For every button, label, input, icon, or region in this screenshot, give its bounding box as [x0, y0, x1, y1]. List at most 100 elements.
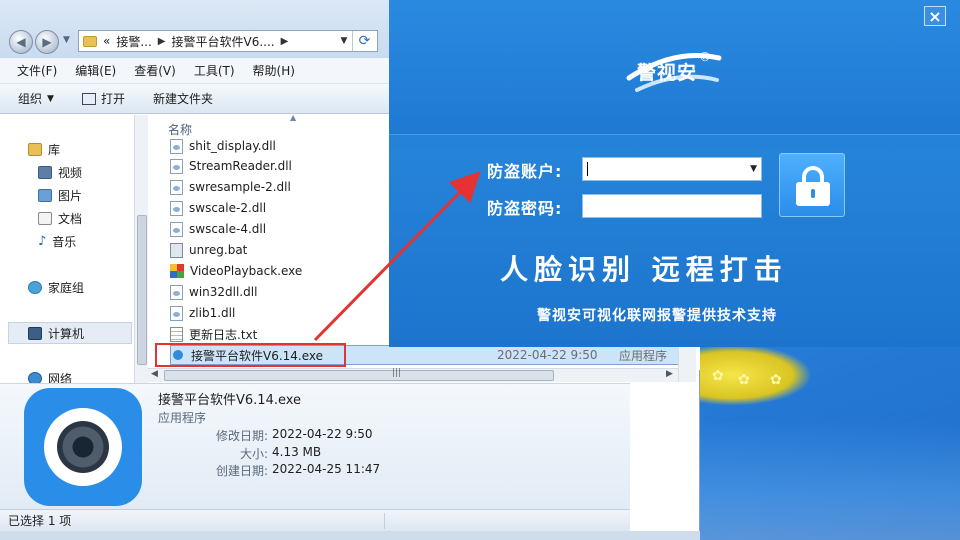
navigation-pane-scrollbar[interactable] [134, 115, 148, 385]
nav-item-label: 视频 [58, 166, 83, 180]
horizontal-scrollbar[interactable]: ◀ ||| ▶ [148, 368, 678, 382]
wallpaper-flower: ✿ [712, 368, 724, 384]
scrollbar-thumb[interactable] [137, 215, 147, 365]
highlight-box [155, 343, 346, 367]
dll-icon [170, 179, 183, 195]
details-created-label: 创建日期: [215, 464, 268, 478]
nav-item-label: 库 [48, 143, 61, 157]
new-folder-button[interactable]: 新建文件夹 [153, 90, 213, 107]
address-box[interactable]: « 接警... ▶ 接警平台软件V6.... ▶ [78, 30, 378, 52]
brand-logo: 警视安 ® [619, 40, 729, 100]
refresh-icon[interactable]: ⟳ [352, 31, 376, 51]
homegroup-icon [28, 281, 42, 294]
chevron-down-icon: ▼ [47, 93, 54, 104]
nav-item-library[interactable]: 库 [28, 141, 60, 158]
open-icon [81, 92, 96, 105]
file-date: 2022-04-22 9:50 [497, 348, 598, 362]
nav-item-pictures[interactable]: 图片 [38, 187, 82, 204]
open-button[interactable]: 打开 [81, 90, 125, 107]
chevron-down-icon[interactable]: ▼ [750, 164, 757, 174]
breadcrumb-separator-icon[interactable]: ▶ [281, 36, 289, 47]
password-input[interactable] [582, 194, 762, 218]
status-bar: 已选择 1 项 [0, 509, 630, 531]
details-created-value: 2022-04-25 11:47 [272, 462, 381, 476]
file-name: swscale-2.dll [189, 201, 267, 215]
nav-item-label: 音乐 [52, 235, 77, 249]
folder-icon [83, 35, 97, 47]
file-name: swresample-2.dll [189, 180, 291, 194]
nav-item-label: 家庭组 [48, 281, 85, 295]
registered-mark: ® [699, 50, 711, 64]
organize-label: 组织 [18, 92, 43, 106]
file-name: unreg.bat [189, 243, 248, 257]
support-text: 警视安可视化联网报警提供技术支持 [537, 308, 777, 324]
logo-text: 警视安 [637, 62, 698, 84]
nav-item-video[interactable]: 视频 [38, 164, 82, 181]
camera-ring-icon [44, 408, 122, 486]
open-label: 打开 [100, 92, 125, 106]
account-input[interactable]: ▼ [582, 157, 762, 181]
bat-icon [170, 242, 183, 258]
nav-item-label: 文档 [58, 212, 83, 226]
details-size-value: 4.13 MB [272, 445, 322, 459]
breadcrumb-separator-icon[interactable]: ▶ [158, 36, 166, 47]
dll-icon [170, 138, 183, 154]
music-icon: ♪ [38, 234, 47, 249]
sort-arrow-icon: ▲ [290, 113, 297, 122]
exe-icon [170, 264, 184, 278]
address-dropdown-icon[interactable]: ▼ [336, 31, 352, 51]
menu-view[interactable]: 查看(V) [125, 62, 185, 79]
wallpaper-flower: ✿ [770, 372, 782, 388]
recent-pages-dropdown[interactable]: ▼ [63, 35, 70, 45]
file-name: swscale-4.dll [189, 222, 267, 236]
file-name: 更新日志.txt [189, 327, 258, 342]
camera-lens-icon [57, 421, 109, 473]
file-name: VideoPlayback.exe [190, 264, 303, 278]
dll-icon [170, 221, 183, 237]
breadcrumb-overflow[interactable]: « [103, 34, 110, 48]
nav-item-music[interactable]: ♪ 音乐 [38, 233, 76, 250]
nav-item-label: 图片 [58, 189, 83, 203]
dll-icon [170, 305, 183, 321]
organize-button[interactable]: 组织 ▼ [18, 90, 54, 107]
file-name: win32dll.dll [189, 285, 258, 299]
back-button[interactable]: ◀ [9, 30, 33, 54]
menu-edit[interactable]: 编辑(E) [66, 62, 125, 79]
menu-help[interactable]: 帮助(H) [244, 62, 304, 79]
file-name: zlib1.dll [189, 306, 236, 320]
details-file-type: 应用程序 [158, 411, 207, 425]
forward-button[interactable]: ▶ [35, 30, 59, 54]
nav-item-label: 计算机 [48, 327, 85, 341]
scroll-right-icon[interactable]: ▶ [666, 369, 673, 379]
status-text: 已选择 1 项 [8, 514, 72, 528]
account-label: 防盗账户: [487, 162, 563, 181]
nav-item-documents[interactable]: 文档 [38, 210, 82, 227]
scroll-left-icon[interactable]: ◀ [151, 369, 158, 379]
library-icon [28, 143, 42, 156]
menu-tools[interactable]: 工具(T) [185, 62, 244, 79]
pictures-icon [38, 189, 52, 202]
nav-item-homegroup[interactable]: 家庭组 [28, 279, 84, 296]
text-cursor [587, 162, 588, 176]
documents-icon [38, 212, 52, 225]
details-file-name: 接警平台软件V6.14.exe [158, 393, 302, 408]
details-size-label: 大小: [239, 447, 268, 461]
vertical-scrollbar[interactable] [678, 345, 696, 382]
menu-file[interactable]: 文件(F) [8, 62, 66, 79]
status-divider [384, 513, 385, 529]
scrollbar-thumb[interactable] [164, 370, 554, 381]
keyhole-icon [811, 189, 815, 198]
computer-icon [28, 327, 42, 340]
breadcrumb-item[interactable]: 接警... [116, 33, 151, 50]
details-modified-value: 2022-04-22 9:50 [272, 427, 373, 441]
breadcrumb-item[interactable]: 接警平台软件V6.... [172, 33, 275, 50]
txt-icon [170, 326, 183, 342]
login-header: 警视安 ® [389, 0, 960, 135]
file-type: 应用程序 [619, 348, 668, 363]
login-button[interactable] [779, 153, 845, 217]
wallpaper-flower: ✿ [738, 372, 750, 388]
nav-item-computer[interactable]: 计算机 [28, 325, 84, 342]
close-button[interactable]: × [924, 6, 946, 26]
dll-icon [170, 284, 183, 300]
video-icon [38, 166, 52, 179]
